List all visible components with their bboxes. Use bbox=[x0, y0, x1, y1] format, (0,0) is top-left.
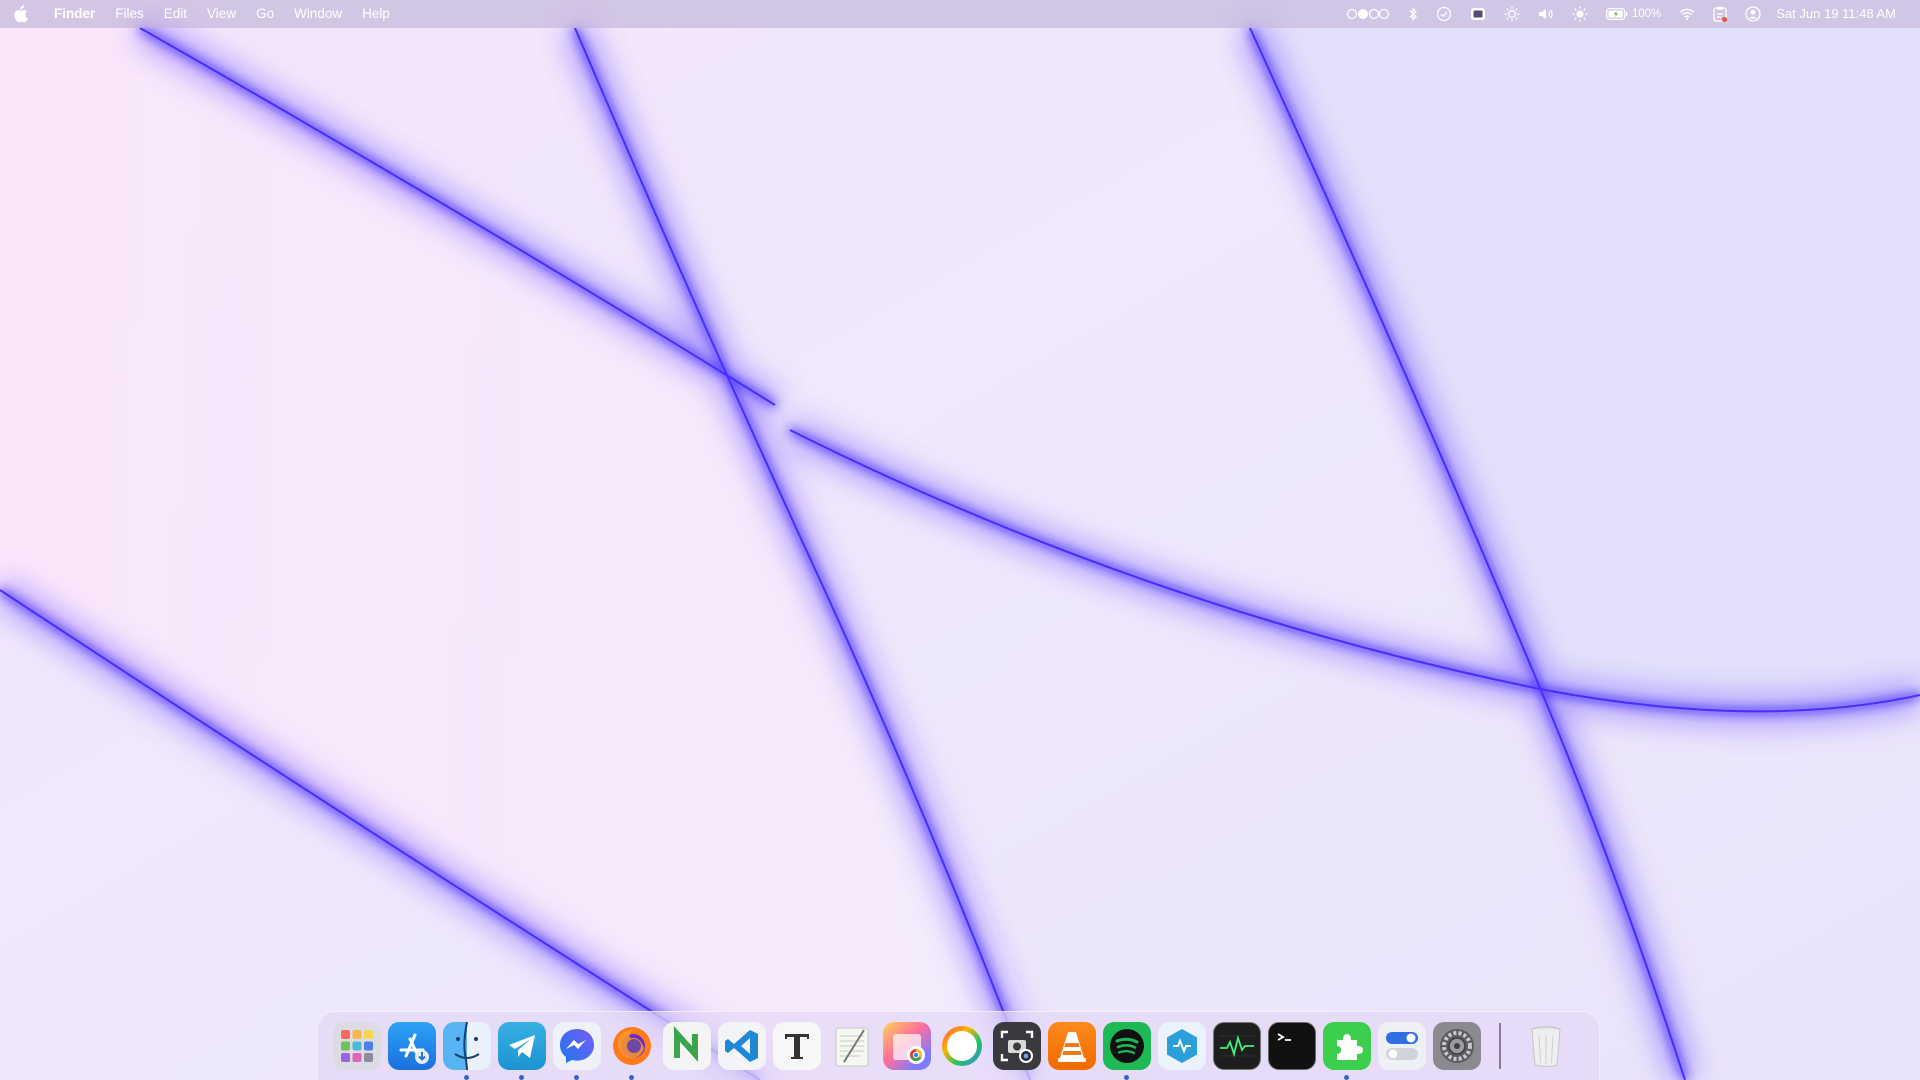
dock-item-ring-app[interactable] bbox=[938, 1022, 986, 1070]
clock[interactable]: Sat Jun 19 11:48 AM bbox=[1776, 0, 1896, 28]
apple-menu-icon[interactable] bbox=[12, 5, 30, 23]
finder-icon bbox=[443, 1022, 491, 1070]
vscode-icon bbox=[718, 1022, 766, 1070]
dock-separator bbox=[1499, 1023, 1501, 1069]
dock-item-screenshot[interactable] bbox=[993, 1022, 1041, 1070]
dock-item-typora[interactable] bbox=[773, 1022, 821, 1070]
textedit-icon bbox=[828, 1022, 876, 1070]
photos-chrome-icon bbox=[883, 1022, 931, 1070]
battery-icon bbox=[1605, 8, 1628, 20]
dock-item-system-preferences[interactable] bbox=[1433, 1022, 1481, 1070]
clipboard-icon[interactable] bbox=[1713, 0, 1728, 28]
dock-item-telegram[interactable] bbox=[498, 1022, 546, 1080]
user-icon[interactable] bbox=[1745, 0, 1761, 28]
dock-item-trash[interactable] bbox=[1522, 1022, 1570, 1070]
menu-bar-status: 100% Sat Jun 19 11:48 AM bbox=[1337, 0, 1920, 28]
menu-edit[interactable]: Edit bbox=[154, 0, 197, 28]
running-indicator bbox=[1124, 1075, 1129, 1080]
volume-icon[interactable] bbox=[1538, 0, 1554, 28]
messenger-icon bbox=[553, 1022, 601, 1070]
puzzle-app-icon bbox=[1323, 1022, 1371, 1070]
bluetooth-icon[interactable] bbox=[1408, 0, 1418, 28]
dock-item-launchpad[interactable] bbox=[333, 1022, 381, 1070]
desktop-wallpaper bbox=[0, 0, 1920, 1080]
dock-item-spotify[interactable] bbox=[1103, 1022, 1151, 1080]
terminal-icon bbox=[1268, 1022, 1316, 1070]
dock-item-firefox[interactable] bbox=[608, 1022, 656, 1080]
menu-view[interactable]: View bbox=[197, 0, 246, 28]
running-indicator bbox=[464, 1075, 469, 1080]
dock-item-app-store[interactable] bbox=[388, 1022, 436, 1070]
input-source-icon[interactable] bbox=[1346, 0, 1390, 28]
check-circle-icon[interactable] bbox=[1436, 0, 1452, 28]
brightness-icon[interactable] bbox=[1504, 0, 1520, 28]
ring-app-icon bbox=[938, 1022, 986, 1070]
menu-bar: Finder Files Edit View Go Window Help 10… bbox=[0, 0, 1920, 28]
dock-item-messenger[interactable] bbox=[553, 1022, 601, 1080]
dock-item-terminal[interactable] bbox=[1268, 1022, 1316, 1070]
launchpad-icon bbox=[333, 1022, 381, 1070]
dock-item-notion[interactable] bbox=[663, 1022, 711, 1070]
dock-item-hex-app[interactable] bbox=[1158, 1022, 1206, 1070]
telegram-icon bbox=[498, 1022, 546, 1070]
dock-item-photos[interactable] bbox=[883, 1022, 931, 1070]
vlc-icon bbox=[1048, 1022, 1096, 1070]
dock-item-vscode[interactable] bbox=[718, 1022, 766, 1070]
running-indicator bbox=[574, 1075, 579, 1080]
running-indicator bbox=[519, 1075, 524, 1080]
menu-window[interactable]: Window bbox=[284, 0, 352, 28]
app-store-icon bbox=[388, 1022, 436, 1070]
screenshot-icon bbox=[993, 1022, 1041, 1070]
hex-app-icon bbox=[1158, 1022, 1206, 1070]
menu-help[interactable]: Help bbox=[352, 0, 400, 28]
firefox-icon bbox=[608, 1022, 656, 1070]
toggle-settings-icon bbox=[1378, 1022, 1426, 1070]
running-indicator bbox=[629, 1075, 634, 1080]
trash-icon bbox=[1522, 1022, 1570, 1070]
spotify-icon bbox=[1103, 1022, 1151, 1070]
running-indicator bbox=[1344, 1075, 1349, 1080]
dock-item-vlc[interactable] bbox=[1048, 1022, 1096, 1070]
battery-percent: 100% bbox=[1631, 8, 1662, 20]
menu-go[interactable]: Go bbox=[246, 0, 284, 28]
menu-bar-left: Finder Files Edit View Go Window Help bbox=[0, 0, 400, 28]
sun-icon[interactable] bbox=[1572, 0, 1588, 28]
battery-status[interactable]: 100% bbox=[1605, 0, 1662, 28]
system-preferences-icon bbox=[1433, 1022, 1481, 1070]
dock bbox=[317, 1011, 1600, 1080]
display-icon[interactable] bbox=[1470, 0, 1486, 28]
dock-item-toggle-settings[interactable] bbox=[1378, 1022, 1426, 1070]
activity-monitor-icon bbox=[1213, 1022, 1261, 1070]
dock-item-textedit[interactable] bbox=[828, 1022, 876, 1070]
dock-item-activity-monitor[interactable] bbox=[1213, 1022, 1261, 1070]
notion-n-icon bbox=[663, 1022, 711, 1070]
menu-files[interactable]: Files bbox=[105, 0, 154, 28]
menu-app-name[interactable]: Finder bbox=[44, 0, 105, 28]
dock-item-finder[interactable] bbox=[443, 1022, 491, 1080]
dock-item-puzzle-app[interactable] bbox=[1323, 1022, 1371, 1080]
typora-icon bbox=[773, 1022, 821, 1070]
wifi-icon[interactable] bbox=[1679, 0, 1695, 28]
